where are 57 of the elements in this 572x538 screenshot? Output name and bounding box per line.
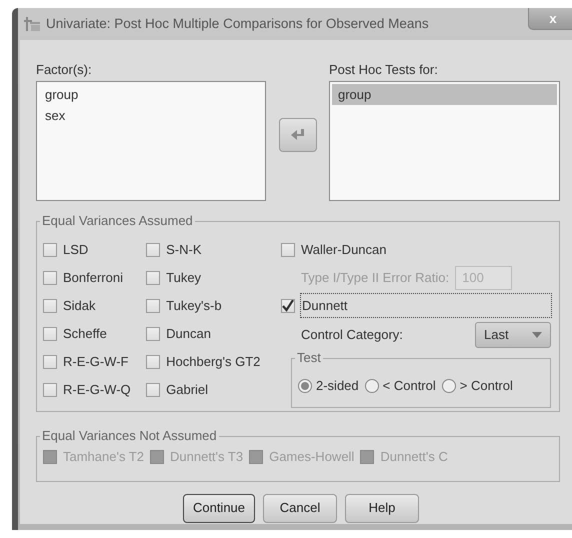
checkbox-label: Bonferroni: [63, 268, 123, 287]
factors-listbox[interactable]: group sex: [36, 80, 266, 200]
checkbox-label: Hochberg's GT2: [166, 352, 260, 371]
checkbox[interactable]: [43, 382, 57, 396]
checkbox-label: Scheffe: [63, 324, 107, 343]
checkbox[interactable]: [281, 242, 295, 256]
list-item[interactable]: sex: [39, 105, 263, 126]
checkbox[interactable]: [146, 298, 160, 312]
group-title: Equal Variances Not Assumed: [40, 428, 219, 444]
checkbox-label: LSD: [63, 240, 88, 259]
checkbox-label: Tukey: [166, 268, 202, 287]
checkbox[interactable]: [281, 298, 295, 312]
radio-button[interactable]: [298, 378, 312, 392]
dialog-button[interactable]: Cancel: [263, 494, 337, 522]
radio-label: 2-sided: [316, 376, 359, 395]
checkbox-label: Sidak: [63, 296, 96, 315]
list-item[interactable]: group: [332, 84, 557, 105]
checkbox[interactable]: [146, 270, 160, 284]
window-title: Univariate: Post Hoc Multiple Comparisons for Observed Means: [46, 14, 429, 33]
checkbox-label: Games-Howell: [269, 448, 354, 466]
checkbox-label: Tamhane's T2: [63, 448, 144, 466]
arrow-icon: [290, 129, 306, 142]
checkbox-label: Tukey's-b: [166, 296, 222, 315]
checkbox[interactable]: [146, 354, 160, 368]
post-hoc-listbox[interactable]: group: [329, 80, 560, 200]
list-label: Factor(s):: [36, 61, 93, 79]
list-label: Post Hoc Tests for:: [329, 61, 439, 79]
checkbox[interactable]: [43, 270, 57, 284]
checkbox-label: Gabriel: [166, 380, 208, 399]
checkbox[interactable]: [43, 326, 57, 340]
radio-button[interactable]: [364, 378, 379, 392]
category-dropdown[interactable]: Last: [475, 322, 551, 348]
checkbox[interactable]: [146, 242, 160, 256]
list-item[interactable]: group: [39, 84, 263, 105]
checkbox[interactable]: [146, 326, 160, 340]
dialog-button[interactable]: Help: [345, 494, 419, 522]
checkbox-label: Dunnett: [301, 294, 551, 318]
checkbox-label: R-E-G-W-Q: [63, 380, 131, 399]
caret-icon: [532, 332, 542, 338]
radio-button[interactable]: [442, 378, 456, 392]
group-title: Equal Variances Assumed: [40, 212, 195, 228]
checkbox[interactable]: [43, 354, 57, 368]
dialog-button[interactable]: Continue: [183, 494, 255, 522]
checkbox[interactable]: [43, 298, 57, 312]
checkbox-label: Waller-Duncan: [301, 240, 386, 259]
checkbox-label: Dunnett's C: [380, 448, 448, 466]
checkbox[interactable]: [43, 242, 57, 256]
checkbox-label: Duncan: [166, 324, 211, 343]
radio-label: > Control: [460, 376, 513, 395]
field-label: Control Category:: [301, 326, 403, 344]
app-icon: [24, 17, 40, 31]
checkbox-label: R-E-G-W-F: [63, 352, 128, 371]
checkbox-label: Dunnett's T3: [170, 448, 244, 466]
checkbox[interactable]: [146, 382, 160, 396]
checkbox-label: S-N-K: [166, 240, 202, 259]
radio-label: < Control: [382, 376, 436, 395]
field-label: Type I/Type II Error Ratio:: [301, 268, 450, 287]
